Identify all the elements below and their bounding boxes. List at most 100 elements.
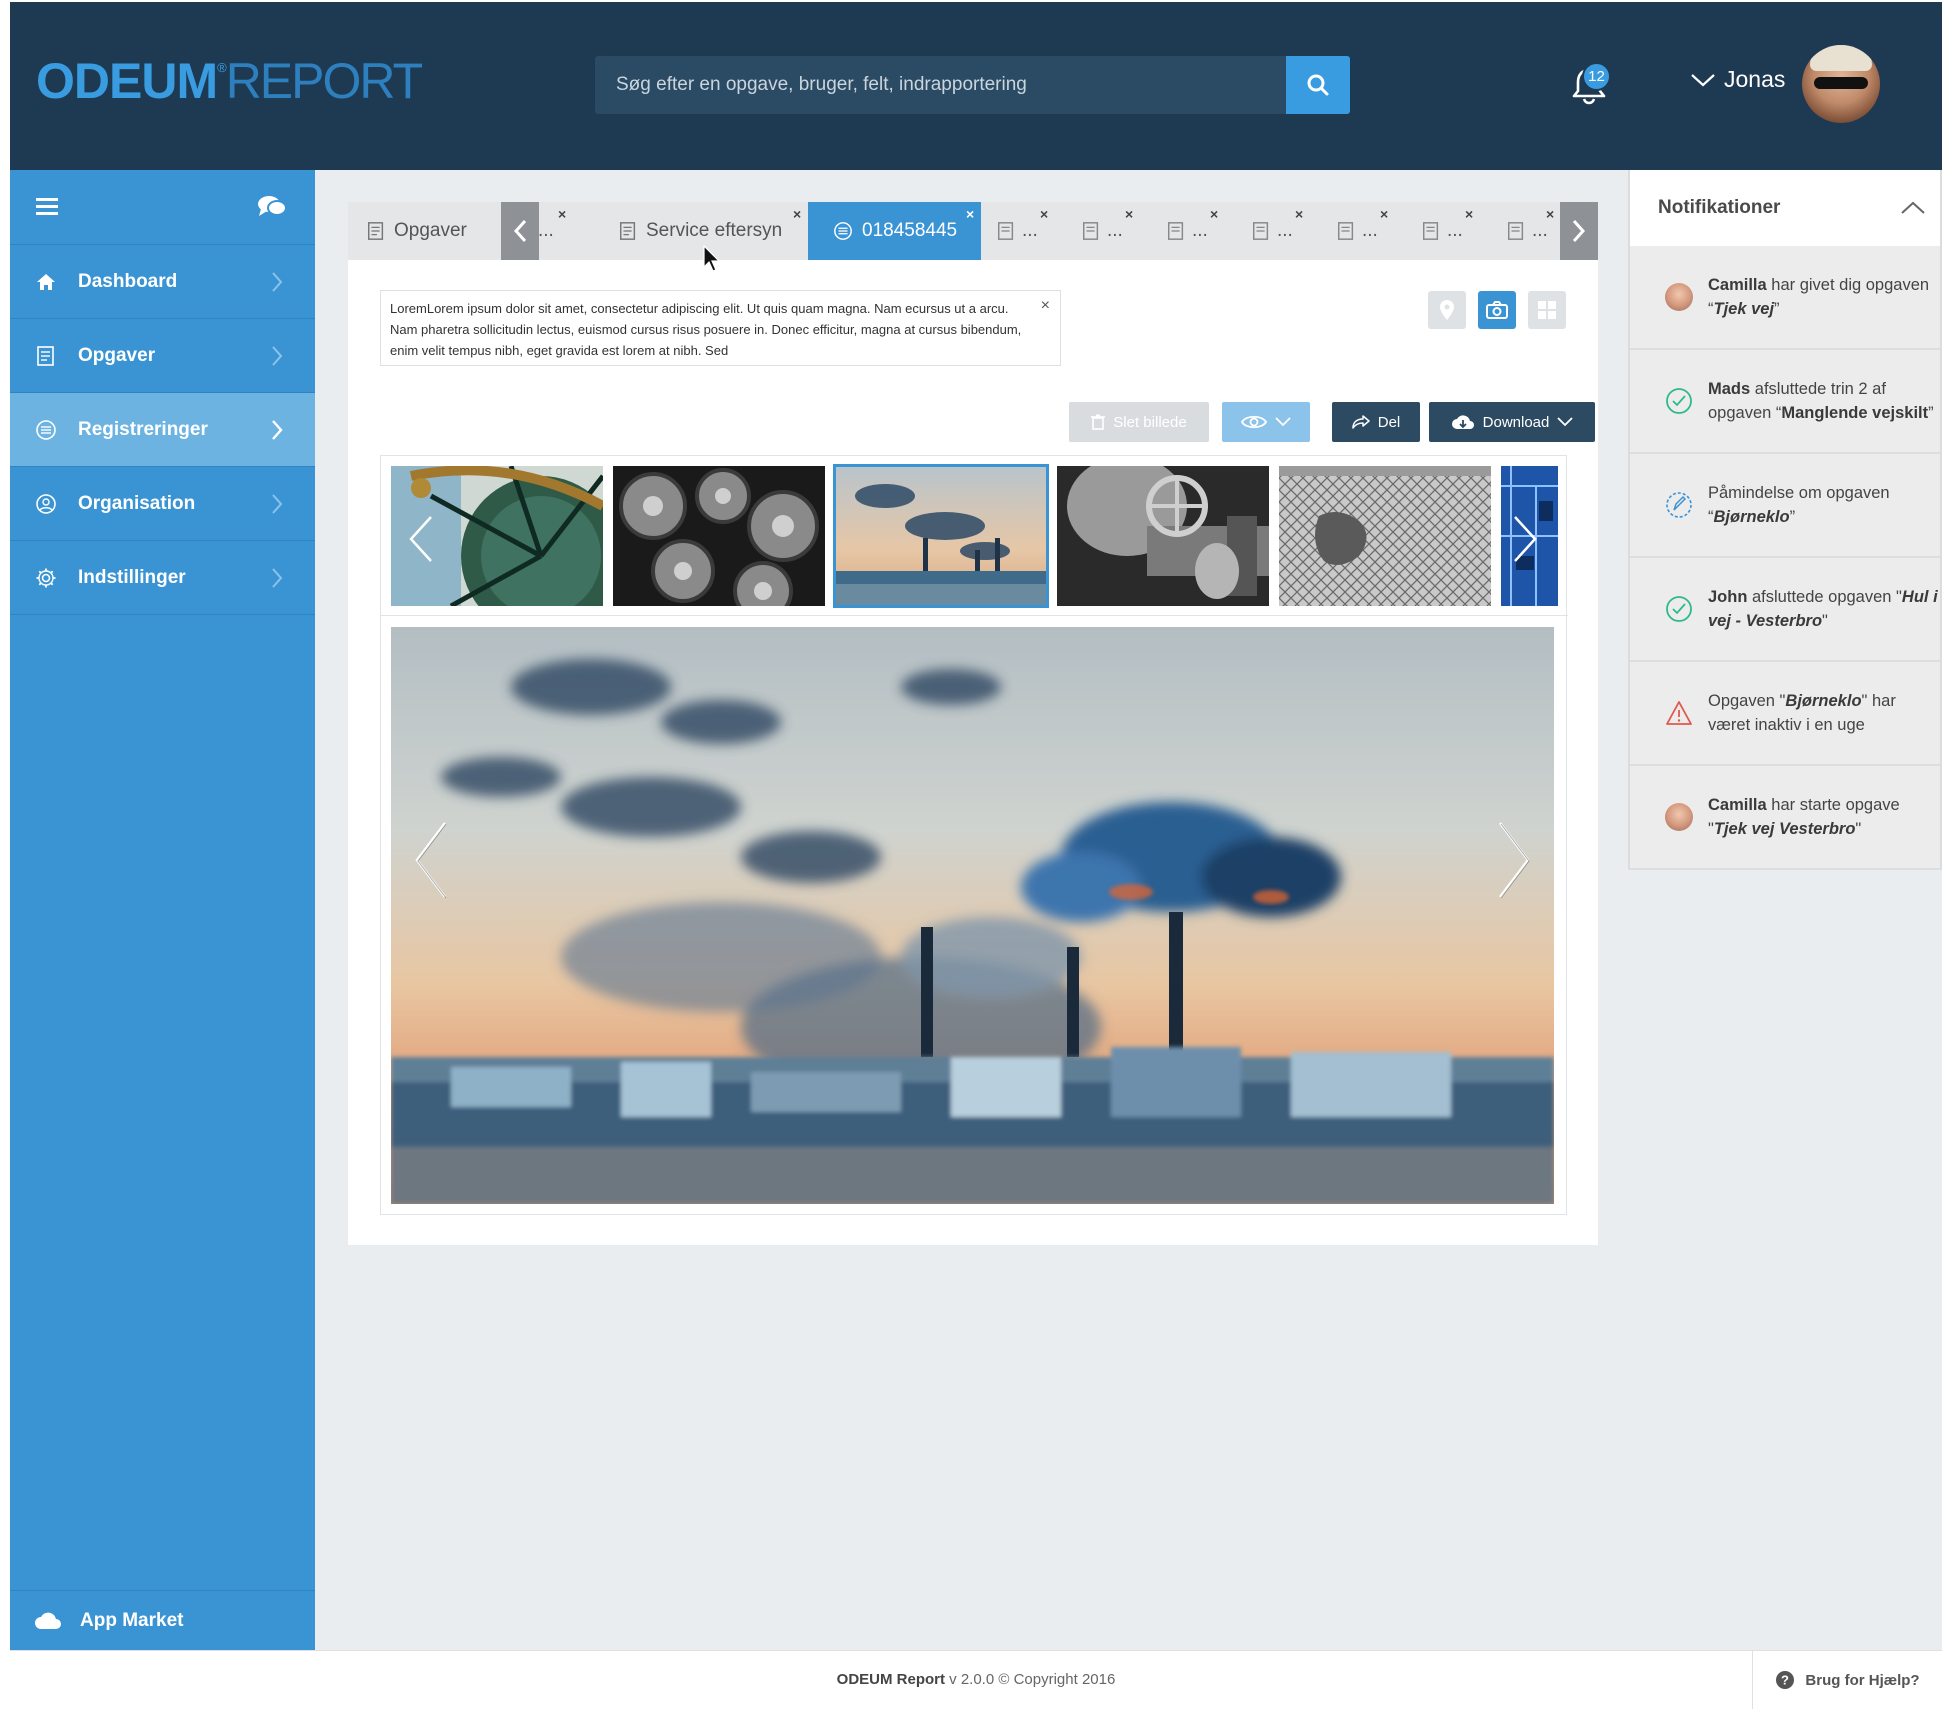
notification-item[interactable]: Camilla har starte opgave "Tjek vej Vest… (1630, 766, 1940, 870)
user-menu[interactable]: Jonas (1690, 66, 1785, 93)
search-input[interactable] (595, 56, 1283, 114)
tab-close-button[interactable]: × (558, 206, 566, 222)
tab-opgaver[interactable]: Opgaver (366, 202, 467, 260)
top-header: ODEUM®REPORT 12 Jonas (10, 2, 1942, 170)
chevron-right-icon (1514, 516, 1537, 562)
tab-close-button[interactable]: × (1465, 206, 1473, 222)
download-dropdown[interactable]: Download (1429, 402, 1595, 442)
tab-close-button[interactable]: × (1546, 206, 1554, 222)
chevron-left-icon (409, 516, 432, 562)
thumbnail-factory-smoke[interactable] (833, 464, 1049, 608)
sidebar: Dashboard Opgaver Registreringer Organis… (10, 170, 315, 1650)
thumbnail-pipes-valves[interactable] (1057, 466, 1269, 606)
tab-collapsed[interactable]: ... × (1336, 202, 1388, 260)
registrations-icon (36, 419, 56, 440)
chevron-right-icon (272, 493, 283, 514)
main-content: Opgaver ... × Service eftersyn × 0184584… (348, 202, 1598, 1245)
app-logo[interactable]: ODEUM®REPORT (36, 52, 423, 110)
tasks-icon (1508, 222, 1524, 240)
sidebar-item-label: Indstillinger (78, 566, 186, 588)
chevron-down-icon (1557, 417, 1573, 427)
tab-collapsed[interactable]: ... × (1166, 202, 1218, 260)
share-button[interactable]: Del (1332, 402, 1420, 442)
image-next-button[interactable] (1496, 820, 1532, 905)
tab-collapsed[interactable]: ... × (1506, 202, 1554, 260)
sidebar-item-registreringer[interactable]: Registreringer (10, 393, 315, 467)
tab-collapsed[interactable]: ... × (538, 202, 566, 260)
grid-icon (1538, 301, 1556, 319)
app-market-link[interactable]: App Market (10, 1590, 315, 1650)
tasks-icon (998, 222, 1014, 240)
image-gallery (380, 455, 1568, 1215)
sidebar-item-dashboard[interactable]: Dashboard (10, 245, 315, 319)
description-text: LoremLorem ipsum dolor sit amet, consect… (390, 301, 1022, 358)
thumbnail-strip (381, 456, 1568, 616)
photo-view-button[interactable] (1478, 291, 1516, 329)
tabs-scroll-right[interactable] (1560, 202, 1598, 260)
chevron-up-icon[interactable] (1900, 201, 1926, 215)
sidebar-item-organisation[interactable]: Organisation (10, 467, 315, 541)
tab-close-button[interactable]: × (1125, 206, 1133, 222)
tasks-icon (368, 222, 384, 240)
image-prev-button[interactable] (413, 820, 449, 905)
sidebar-item-label: Organisation (78, 492, 196, 514)
notification-item[interactable]: Camilla har givet dig opgaven “Tjek vej” (1630, 246, 1940, 350)
notification-item[interactable]: John afsluttede opgaven "Hul i vej - Ves… (1630, 558, 1940, 662)
footer: ODEUM Report v 2.0.0 © Copyright 2016 ? … (10, 1650, 1942, 1709)
gear-icon (36, 568, 56, 587)
main-image-viewer (391, 627, 1554, 1204)
tab-collapsed[interactable]: ... × (996, 202, 1048, 260)
tab-close-button[interactable]: × (1380, 206, 1388, 222)
tab-collapsed[interactable]: ... × (1081, 202, 1133, 260)
tasks-icon (1423, 222, 1439, 240)
help-button[interactable]: ? Brug for Hjælp? (1752, 1651, 1942, 1709)
thumbnail-fence-sign[interactable] (1279, 466, 1491, 606)
delete-image-button[interactable]: Slet billede (1069, 402, 1209, 442)
help-label: Brug for Hjælp? (1805, 1671, 1920, 1689)
sidebar-item-indstillinger[interactable]: Indstillinger (10, 541, 315, 615)
user-avatar[interactable] (1802, 45, 1880, 123)
map-view-button[interactable] (1428, 291, 1466, 329)
sidebar-item-opgaver[interactable]: Opgaver (10, 319, 315, 393)
notifications-title: Notifikationer (1658, 197, 1781, 218)
avatar (1665, 803, 1693, 831)
factory-smoke-photo (391, 627, 1554, 1204)
tab-service-eftersyn[interactable]: Service eftersyn × (618, 202, 801, 260)
tasks-icon (1338, 222, 1354, 240)
share-label: Del (1377, 413, 1401, 431)
notification-item[interactable]: Opgaven "Bjørneklo" har været inaktiv i … (1630, 662, 1940, 766)
search-icon (1307, 74, 1329, 96)
chat-icon[interactable] (257, 195, 287, 219)
hamburger-menu-icon[interactable] (36, 198, 58, 216)
tab-close-button[interactable]: × (966, 206, 974, 222)
tab-018458445[interactable]: 018458445 × (808, 202, 981, 260)
thumbnail-gears[interactable] (613, 466, 825, 606)
tab-close-button[interactable]: × (1210, 206, 1218, 222)
notification-item[interactable]: Mads afsluttede trin 2 af opgaven “Mangl… (1630, 350, 1940, 454)
tab-close-button[interactable]: × (1040, 206, 1048, 222)
visibility-dropdown[interactable] (1222, 402, 1310, 442)
chevron-right-icon (272, 271, 283, 292)
tab-collapsed[interactable]: ... × (1421, 202, 1473, 260)
notifications-header[interactable]: Notifikationer (1630, 170, 1940, 246)
notification-item[interactable]: Påmindelse om opgaven “Bjørneklo” (1630, 454, 1940, 558)
tab-collapsed[interactable]: ... × (1251, 202, 1303, 260)
share-icon (1351, 415, 1370, 429)
sidebar-toolbar (10, 170, 315, 245)
grid-view-button[interactable] (1528, 291, 1566, 329)
reminder-icon (1666, 492, 1692, 518)
tabs-scroll-left[interactable] (501, 202, 539, 260)
note-close-button[interactable]: × (1041, 295, 1050, 316)
tab-label: Opgaver (394, 220, 467, 241)
organisation-icon (36, 493, 56, 514)
tab-close-button[interactable]: × (793, 206, 801, 222)
tab-close-button[interactable]: × (1295, 206, 1303, 222)
thumbnails-next-button[interactable] (1511, 514, 1539, 569)
notification-count-badge[interactable]: 12 (1582, 62, 1611, 91)
search-button[interactable] (1286, 56, 1350, 114)
tasks-icon (1083, 222, 1099, 240)
thumbnails-prev-button[interactable] (407, 514, 435, 569)
app-frame: ODEUM®REPORT 12 Jonas Dashboard Opgav (10, 2, 1942, 1709)
sidebar-item-label: Registreringer (78, 418, 208, 440)
download-label: Download (1482, 413, 1550, 431)
